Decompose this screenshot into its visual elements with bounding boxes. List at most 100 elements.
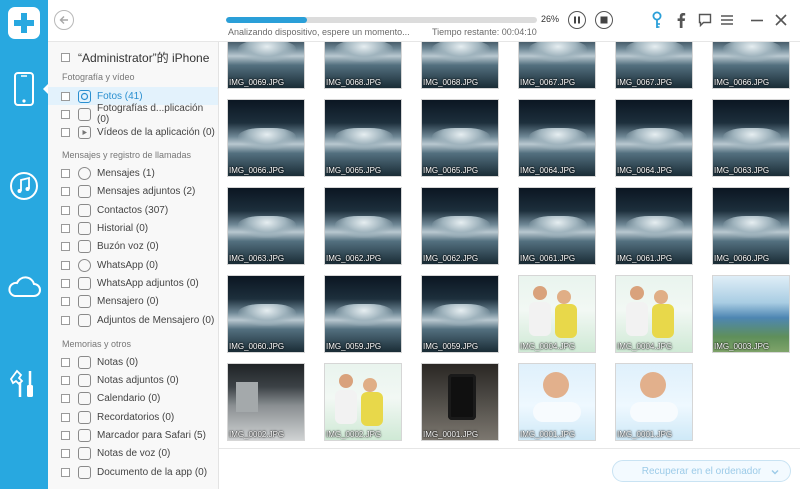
category-safari-bookmarks[interactable]: Marcador para Safari (5) — [48, 426, 218, 444]
photo-filename: IMG_0061.JPG — [520, 254, 576, 263]
photo-thumbnail[interactable]: IMG_0002.JPG — [324, 363, 402, 441]
category-label: Fotografías d...plicación (0) — [97, 103, 204, 125]
category-checkbox[interactable] — [61, 296, 70, 306]
rail-icloud-recovery-button[interactable] — [0, 264, 48, 310]
pause-button[interactable] — [568, 11, 586, 29]
photo-thumbnail[interactable]: IMG_0066.JPG — [712, 42, 790, 89]
category-app-videos[interactable]: Vídeos de la aplicación (0) — [48, 123, 218, 141]
category-messenger-attachments[interactable]: Adjuntos de Mensajero (0) — [48, 311, 218, 329]
photo-thumbnail[interactable]: IMG_0001.JPG — [518, 363, 596, 441]
category-label: Notas (0) — [97, 356, 139, 368]
photo-thumbnail[interactable]: IMG_0065.JPG — [324, 99, 402, 177]
category-calendar[interactable]: Calendario (0) — [48, 389, 218, 407]
device-row[interactable]: “Administrator”的 iPhone — [61, 49, 209, 66]
rail-itunes-recovery-button[interactable] — [0, 163, 48, 209]
photo-thumbnail[interactable]: IMG_0060.JPG — [712, 187, 790, 265]
section-label-photos-video: Fotografía y vídeo — [62, 72, 135, 82]
category-checkbox[interactable] — [61, 315, 70, 325]
photo-thumbnail[interactable]: IMG_0064.JPG — [518, 99, 596, 177]
back-button[interactable] — [54, 10, 74, 30]
facebook-button[interactable] — [672, 11, 690, 29]
chevron-down-icon — [771, 470, 779, 475]
category-call-history[interactable]: Historial (0) — [48, 219, 218, 237]
close-button[interactable] — [772, 11, 790, 29]
progress-percent-label: 26% — [541, 14, 560, 24]
category-whatsapp[interactable]: WhatsApp (0) — [48, 256, 218, 274]
minimize-button[interactable] — [748, 11, 766, 29]
category-notes[interactable]: Notas (0) — [48, 353, 218, 371]
category-voice-memos[interactable]: Notas de voz (0) — [48, 444, 218, 462]
rail-tools-button[interactable] — [0, 361, 48, 407]
device-checkbox[interactable] — [61, 53, 70, 62]
photo-thumbnail[interactable]: IMG_0062.JPG — [421, 187, 499, 265]
photo-thumbnail[interactable]: IMG_0067.JPG — [615, 42, 693, 89]
category-app-photos[interactable]: Fotografías d...plicación (0) — [48, 103, 218, 125]
photo-thumbnail[interactable]: IMG_0060.JPG — [227, 275, 305, 353]
menu-button[interactable] — [718, 11, 736, 29]
category-whatsapp-attachments[interactable]: WhatsApp adjuntos (0) — [48, 274, 218, 292]
category-checkbox[interactable] — [61, 430, 70, 440]
photo-thumbnail[interactable]: IMG_0002.JPG — [227, 363, 305, 441]
category-checkbox[interactable] — [61, 223, 70, 233]
photo-thumbnail[interactable]: IMG_0062.JPG — [324, 187, 402, 265]
category-contacts[interactable]: Contactos (307) — [48, 201, 218, 219]
category-checkbox[interactable] — [61, 467, 70, 477]
photo-thumbnail[interactable]: IMG_0066.JPG — [227, 99, 305, 177]
photo-thumbnail[interactable]: IMG_0065.JPG — [421, 99, 499, 177]
photo-filename: IMG_0068.JPG — [423, 78, 479, 87]
category-message-attachments[interactable]: Mensajes adjuntos (2) — [48, 182, 218, 200]
photo-thumbnail[interactable]: IMG_0059.JPG — [421, 275, 499, 353]
photo-thumbnail[interactable]: IMG_0003.JPG — [712, 275, 790, 353]
photo-thumbnail[interactable]: IMG_0068.JPG — [421, 42, 499, 89]
feedback-button[interactable] — [696, 11, 714, 29]
category-reminders[interactable]: Recordatorios (0) — [48, 408, 218, 426]
register-key-button[interactable] — [648, 11, 666, 29]
tools-icon — [10, 369, 33, 397]
category-app-document[interactable]: Documento de la app (0) — [48, 463, 218, 481]
photo-thumbnail[interactable]: IMG_0067.JPG — [518, 42, 596, 89]
messenger-icon — [78, 294, 91, 308]
category-checkbox[interactable] — [61, 205, 70, 215]
category-checkbox[interactable] — [61, 448, 70, 458]
pause-icon — [574, 16, 580, 24]
category-voicemail[interactable]: Buzón voz (0) — [48, 237, 218, 255]
photo-thumbnail[interactable]: IMG_0004.JPG — [615, 275, 693, 353]
photo-thumbnail[interactable]: IMG_0068.JPG — [324, 42, 402, 89]
photo-filename: IMG_0001.JPG — [617, 430, 673, 439]
category-notes-attachments[interactable]: Notas adjuntos (0) — [48, 371, 218, 389]
photo-thumbnail[interactable]: IMG_0061.JPG — [518, 187, 596, 265]
rail-device-recovery-button[interactable] — [0, 66, 49, 112]
category-messenger[interactable]: Mensajero (0) — [48, 292, 218, 310]
photos-icon — [78, 89, 91, 103]
category-checkbox[interactable] — [61, 260, 70, 270]
category-checkbox[interactable] — [61, 375, 70, 385]
photo-thumbnail[interactable]: IMG_0063.JPG — [227, 187, 305, 265]
photo-thumbnail[interactable]: IMG_0004.JPG — [518, 275, 596, 353]
photo-thumbnail[interactable]: IMG_0069.JPG — [227, 42, 305, 89]
category-checkbox[interactable] — [61, 186, 70, 196]
category-checkbox[interactable] — [61, 168, 70, 178]
category-checkbox[interactable] — [61, 91, 70, 101]
left-rail — [0, 0, 49, 489]
app-window: 26% Analizando dispositivo, espere un mo… — [0, 0, 800, 489]
category-messages[interactable]: Mensajes (1) — [48, 164, 218, 182]
category-checkbox[interactable] — [61, 127, 70, 137]
photo-thumbnail[interactable]: IMG_0063.JPG — [712, 99, 790, 177]
photo-thumbnail[interactable]: IMG_0001.JPG — [421, 363, 499, 441]
category-checkbox[interactable] — [61, 412, 70, 422]
photo-thumbnail[interactable]: IMG_0001.JPG — [615, 363, 693, 441]
category-checkbox[interactable] — [61, 241, 70, 251]
reminders-icon — [78, 410, 91, 424]
hamburger-menu-icon — [721, 15, 733, 25]
photo-thumbnail[interactable]: IMG_0064.JPG — [615, 99, 693, 177]
recover-to-computer-button[interactable]: Recuperar en el ordenador — [612, 460, 791, 482]
photo-thumbnail[interactable]: IMG_0059.JPG — [324, 275, 402, 353]
category-checkbox[interactable] — [61, 393, 70, 403]
category-checkbox[interactable] — [61, 109, 70, 119]
recover-button-label: Recuperar en el ordenador — [641, 465, 762, 477]
stop-button[interactable] — [595, 11, 613, 29]
category-checkbox[interactable] — [61, 357, 70, 367]
category-checkbox[interactable] — [61, 278, 70, 288]
photo-thumbnail[interactable]: IMG_0061.JPG — [615, 187, 693, 265]
photo-filename: IMG_0064.JPG — [520, 166, 576, 175]
